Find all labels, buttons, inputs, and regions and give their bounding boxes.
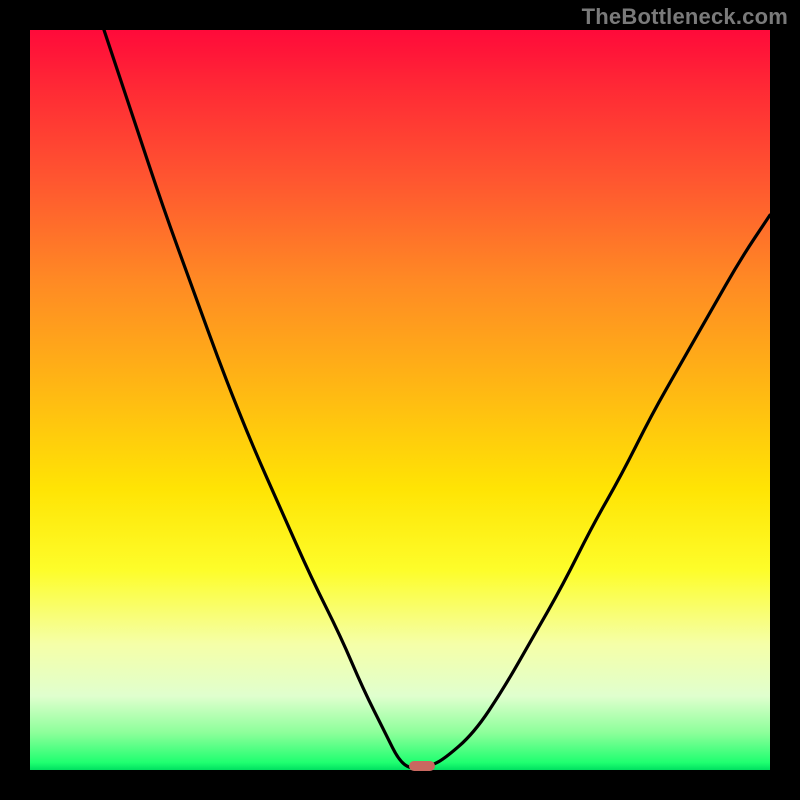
curve-path <box>104 30 770 769</box>
plot-area <box>30 30 770 770</box>
attribution-label: TheBottleneck.com <box>582 4 788 30</box>
chart-frame: TheBottleneck.com <box>0 0 800 800</box>
minimum-marker <box>409 761 435 771</box>
bottleneck-curve <box>30 30 770 770</box>
